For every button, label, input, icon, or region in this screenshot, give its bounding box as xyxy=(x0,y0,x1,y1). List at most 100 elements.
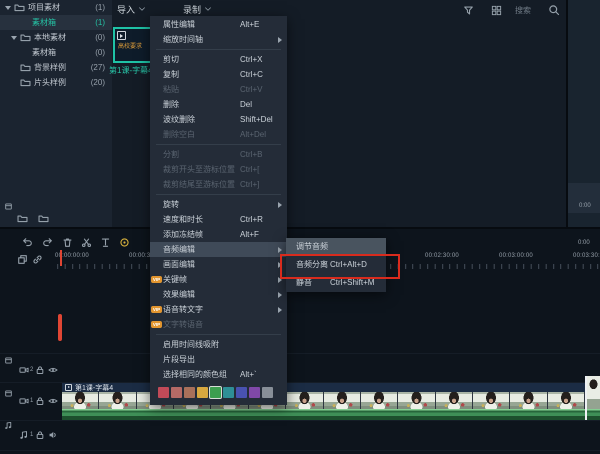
ruler-timecode: 00:02:30:00 xyxy=(425,253,459,259)
delete-icon[interactable] xyxy=(62,237,73,248)
menu-shortcut: Ctrl+X xyxy=(240,52,262,67)
audio-gutter-icon[interactable] xyxy=(4,421,13,430)
menu-item[interactable]: 分割Ctrl+B xyxy=(150,147,287,162)
menu-item[interactable]: 片段导出 xyxy=(150,352,287,367)
marker-icon[interactable] xyxy=(119,237,130,248)
sidebar-item[interactable]: 素材箱(0) xyxy=(0,45,112,60)
submenu-item-label: 调节音频 xyxy=(296,242,328,251)
menu-item[interactable]: 效果编辑 xyxy=(150,287,287,302)
new-folder-icon[interactable] xyxy=(17,213,28,224)
track-number: 2 xyxy=(30,367,33,373)
menu-item[interactable]: 速度和时长Ctrl+R xyxy=(150,212,287,227)
color-swatch[interactable] xyxy=(210,387,221,398)
sidebar-item[interactable]: 片头样例(20) xyxy=(0,75,112,90)
link-icon[interactable] xyxy=(32,254,43,265)
menu-item[interactable]: 画面编辑 xyxy=(150,257,287,272)
menu-item[interactable]: 粘贴Ctrl+V xyxy=(150,82,287,97)
menu-item[interactable]: 添加冻结帧Alt+F xyxy=(150,227,287,242)
playhead-handle[interactable] xyxy=(58,314,62,341)
vip-badge-icon: VIP xyxy=(151,321,162,328)
text-icon[interactable] xyxy=(100,237,111,248)
menu-item[interactable]: 剪切Ctrl+X xyxy=(150,52,287,67)
color-swatch[interactable] xyxy=(171,387,182,398)
clip-play-icon xyxy=(65,384,72,391)
color-swatch[interactable] xyxy=(223,387,234,398)
clip-frame-thumbnail xyxy=(286,392,323,409)
lock-icon[interactable] xyxy=(35,430,45,440)
menu-item-label: 粘贴 xyxy=(163,85,179,94)
snapshot-icon[interactable] xyxy=(17,254,28,265)
redo-icon[interactable] xyxy=(42,237,53,248)
menu-item[interactable]: 音频编辑 xyxy=(150,242,287,257)
menu-item[interactable]: 属性编辑Alt+E xyxy=(150,17,287,32)
view-grid-icon[interactable] xyxy=(491,5,502,16)
color-swatch[interactable] xyxy=(158,387,169,398)
lock-icon[interactable] xyxy=(35,396,45,406)
import-button[interactable]: 导入 xyxy=(117,2,146,16)
menu-shortcut: Del xyxy=(240,97,252,112)
lock-icon[interactable] xyxy=(35,365,45,375)
menu-item[interactable]: 删除空白Alt+Del xyxy=(150,127,287,142)
menu-item[interactable]: VIP关键帧 xyxy=(150,272,287,287)
item-count: (0) xyxy=(95,48,105,57)
menu-item[interactable]: 删除 Del xyxy=(150,97,287,112)
preview-timecode: 0:00 xyxy=(579,203,591,209)
menu-item[interactable]: 缩放时间轴 xyxy=(150,32,287,47)
undo-icon[interactable] xyxy=(22,237,33,248)
clip-audio-waveform xyxy=(62,409,585,420)
menu-item[interactable]: VIP语音转文字 xyxy=(150,302,287,317)
clip-boundary[interactable] xyxy=(585,376,587,420)
sidebar-item[interactable]: 本地素材(0) xyxy=(0,30,112,45)
menu-item[interactable]: 复制Ctrl+C xyxy=(150,67,287,82)
sidebar-item[interactable]: 素材箱(1) xyxy=(0,15,112,30)
caret-down-icon[interactable] xyxy=(5,6,11,10)
media-tree: 项目素材(1)素材箱(1)本地素材(0)素材箱(0)背景样例(27)片头样例(2… xyxy=(0,0,112,90)
play-badge-icon xyxy=(117,31,126,40)
folder-icon[interactable] xyxy=(38,213,49,224)
chevron-down-icon xyxy=(138,5,146,13)
menu-item[interactable]: VIP文字转语音 xyxy=(150,317,287,332)
sidebar-item[interactable]: 背景样例(27) xyxy=(0,60,112,75)
menu-item[interactable]: 裁剪开头至游标位置Ctrl+[ xyxy=(150,162,287,177)
menu-item-label: 文字转语音 xyxy=(163,320,203,329)
clip-title-bar: 第1课-字幕4 xyxy=(62,383,585,392)
color-swatch[interactable] xyxy=(197,387,208,398)
visibility-icon[interactable] xyxy=(48,365,58,375)
video-gutter-icon[interactable] xyxy=(4,389,13,398)
video-gutter-icon[interactable] xyxy=(4,356,13,365)
color-swatch[interactable] xyxy=(184,387,195,398)
menu-item-label: 关键帧 xyxy=(163,275,187,284)
menu-item[interactable]: 裁剪结尾至游标位置Ctrl+] xyxy=(150,177,287,192)
search-input[interactable]: 搜索 xyxy=(515,5,531,16)
vip-badge-icon: VIP xyxy=(151,276,162,283)
menu-item[interactable]: 启用时间线吸附 xyxy=(150,337,287,352)
mute-icon[interactable] xyxy=(48,430,58,440)
clip-frame-thumbnail xyxy=(510,392,547,409)
sidebar-item[interactable]: 项目素材(1) xyxy=(0,0,112,15)
record-button[interactable]: 录制 xyxy=(183,2,212,16)
color-swatch[interactable] xyxy=(262,387,273,398)
menu-item-label: 裁剪结尾至游标位置 xyxy=(163,180,235,189)
menu-item-label: 删除 xyxy=(163,100,179,109)
menu-item[interactable]: 旋转 xyxy=(150,197,287,212)
chevron-down-icon xyxy=(204,5,212,13)
caret-down-icon[interactable] xyxy=(11,36,17,40)
panel-divider[interactable] xyxy=(0,227,600,229)
menu-item-label: 删除空白 xyxy=(163,130,195,139)
timeline-video-clip[interactable]: 第1课-字幕4 xyxy=(62,383,585,420)
timeline-video-clip-2[interactable] xyxy=(587,376,600,420)
menu-item[interactable]: 选择相同的颜色组Alt+` xyxy=(150,367,287,382)
playhead[interactable] xyxy=(60,250,62,266)
collapse-panel-icon[interactable] xyxy=(4,202,13,211)
color-swatch[interactable] xyxy=(236,387,247,398)
filter-icon[interactable] xyxy=(463,5,474,16)
color-swatch[interactable] xyxy=(249,387,260,398)
cut-icon[interactable] xyxy=(81,237,92,248)
visibility-icon[interactable] xyxy=(48,396,58,406)
menu-item[interactable]: 波纹删除Shift+Del xyxy=(150,112,287,127)
submenu-arrow-icon xyxy=(278,292,282,298)
menu-item-label: 缩放时间轴 xyxy=(163,35,203,44)
search-icon[interactable] xyxy=(548,4,560,16)
media-item-name[interactable]: 第1课-字幕4 xyxy=(109,65,153,76)
color-swatch-row xyxy=(150,382,287,404)
